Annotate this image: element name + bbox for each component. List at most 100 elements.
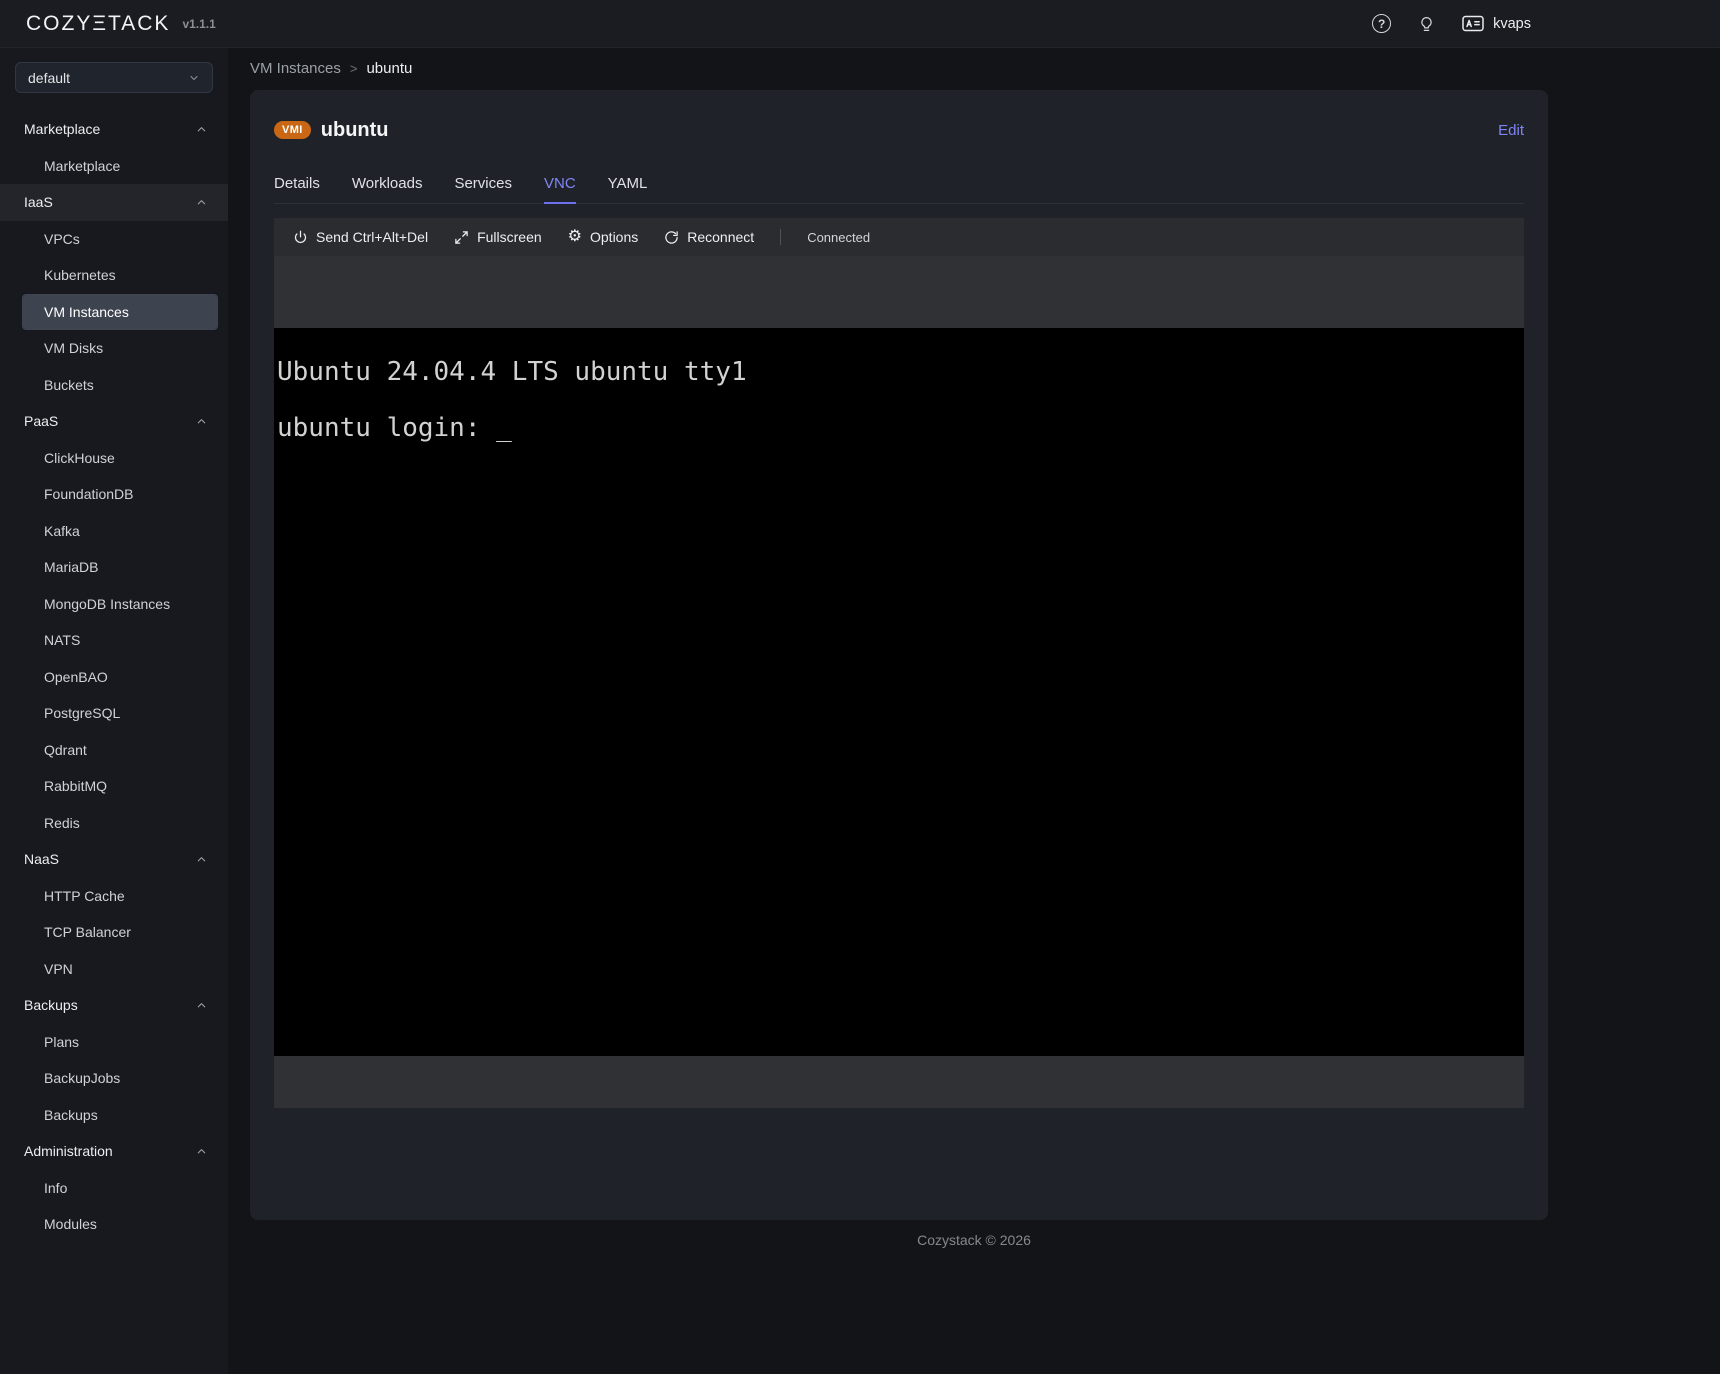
chevron-up-icon xyxy=(196,416,207,427)
app-version: v1.1.1 xyxy=(182,17,215,31)
sidebar-item-backups[interactable]: Backups xyxy=(22,1097,218,1134)
sidebar-section-backups[interactable]: Backups xyxy=(0,987,228,1024)
tab-workloads[interactable]: Workloads xyxy=(352,166,423,203)
sidebar-item-mariadb[interactable]: MariaDB xyxy=(22,549,218,586)
tab-services[interactable]: Services xyxy=(454,166,512,203)
gear-icon: ⚙ xyxy=(568,229,582,245)
terminal-prompt-line: ubuntu login: _ xyxy=(277,414,1524,442)
app-root: COZYΞTACK v1.1.1 ? xyxy=(0,0,1720,1374)
send-ctrl-alt-del-button[interactable]: Send Ctrl+Alt+Del xyxy=(293,229,428,245)
sidebar-item-vpn[interactable]: VPN xyxy=(22,951,218,988)
nav-item-label: Backups xyxy=(44,1107,98,1123)
sidebar-item-nats[interactable]: NATS xyxy=(22,622,218,659)
chevron-up-icon xyxy=(196,197,207,208)
namespace-select[interactable]: default xyxy=(15,62,213,93)
nav-item-label: BackupJobs xyxy=(44,1070,120,1086)
reconnect-button[interactable]: Reconnect xyxy=(664,229,754,245)
idea-icon[interactable] xyxy=(1418,14,1435,34)
sidebar-item-marketplace[interactable]: Marketplace xyxy=(22,148,218,185)
username: kvaps xyxy=(1493,16,1531,32)
sidebar-item-qdrant[interactable]: Qdrant xyxy=(22,732,218,769)
vnc-canvas[interactable]: Ubuntu 24.04.4 LTS ubuntu tty1 ubuntu log… xyxy=(274,328,1524,1056)
sidebar-nav: MarketplaceMarketplaceIaaSVPCsKubernetes… xyxy=(0,111,228,1243)
section-label: Marketplace xyxy=(24,121,100,137)
vm-instance-card: VMI ubuntu Edit DetailsWorkloadsServices… xyxy=(250,90,1548,1220)
terminal-cursor: _ xyxy=(496,413,512,443)
sidebar-section-iaas[interactable]: IaaS xyxy=(0,184,228,221)
nav-item-label: Kafka xyxy=(44,523,80,539)
sidebar-section-paas[interactable]: PaaS xyxy=(0,403,228,440)
button-label: Reconnect xyxy=(687,229,754,245)
app-logo[interactable]: COZYΞTACK xyxy=(26,12,170,36)
top-bar: COZYΞTACK v1.1.1 ? xyxy=(0,0,1720,48)
sidebar-item-http-cache[interactable]: HTTP Cache xyxy=(22,878,218,915)
page-title: ubuntu xyxy=(321,119,389,142)
nav-item-label: Buckets xyxy=(44,377,94,393)
breadcrumb: VM Instances > ubuntu xyxy=(228,56,1720,80)
sidebar-item-mongodb-instances[interactable]: MongoDB Instances xyxy=(22,586,218,623)
footer-copyright: Cozystack © 2026 xyxy=(228,1232,1720,1248)
chevron-up-icon xyxy=(196,854,207,865)
terminal-line: Ubuntu 24.04.4 LTS ubuntu tty1 xyxy=(277,358,1524,386)
vnc-panel: Send Ctrl+Alt+Del Fullscreen ⚙ Options Recon… xyxy=(274,218,1524,1108)
sidebar-item-plans[interactable]: Plans xyxy=(22,1024,218,1061)
sidebar-item-vm-disks[interactable]: VM Disks xyxy=(22,330,218,367)
nav-item-label: Qdrant xyxy=(44,742,87,758)
sidebar-item-buckets[interactable]: Buckets xyxy=(22,367,218,404)
sidebar-item-vm-instances[interactable]: VM Instances xyxy=(22,294,218,331)
fullscreen-button[interactable]: Fullscreen xyxy=(454,229,542,245)
breadcrumb-current: ubuntu xyxy=(366,60,412,77)
chevron-down-icon xyxy=(188,72,200,84)
sidebar-item-backupjobs[interactable]: BackupJobs xyxy=(22,1060,218,1097)
section-label: Administration xyxy=(24,1143,113,1159)
sidebar-item-info[interactable]: Info xyxy=(22,1170,218,1207)
sidebar-item-postgresql[interactable]: PostgreSQL xyxy=(22,695,218,732)
terminal-line xyxy=(277,386,1524,414)
tab-yaml[interactable]: YAML xyxy=(608,166,648,203)
terminal-text: Ubuntu 24.04.4 LTS ubuntu tty1 ubuntu log… xyxy=(277,358,1524,442)
sidebar-item-redis[interactable]: Redis xyxy=(22,805,218,842)
chevron-up-icon xyxy=(196,1146,207,1157)
options-button[interactable]: ⚙ Options xyxy=(568,229,639,245)
vnc-screen: Ubuntu 24.04.4 LTS ubuntu tty1 ubuntu log… xyxy=(274,256,1524,1108)
body-row: default MarketplaceMarketplaceIaaSVPCsKu… xyxy=(0,48,1720,1374)
edit-button[interactable]: Edit xyxy=(1498,122,1524,139)
chevron-up-icon xyxy=(196,124,207,135)
nav-item-label: Plans xyxy=(44,1034,79,1050)
sidebar-item-clickhouse[interactable]: ClickHouse xyxy=(22,440,218,477)
sidebar-item-foundationdb[interactable]: FoundationDB xyxy=(22,476,218,513)
help-icon[interactable]: ? xyxy=(1372,14,1391,33)
tab-vnc[interactable]: VNC xyxy=(544,166,576,203)
sidebar-item-kubernetes[interactable]: Kubernetes xyxy=(22,257,218,294)
sidebar-item-modules[interactable]: Modules xyxy=(22,1206,218,1243)
sidebar-section-administration[interactable]: Administration xyxy=(0,1133,228,1170)
section-label: Backups xyxy=(24,997,78,1013)
sidebar: default MarketplaceMarketplaceIaaSVPCsKu… xyxy=(0,48,228,1374)
nav-item-label: VM Disks xyxy=(44,340,103,356)
tab-details[interactable]: Details xyxy=(274,166,320,203)
card-tabs: Details Workloads Services VNC YAML xyxy=(274,166,1524,204)
toolbar-divider xyxy=(780,229,781,245)
sidebar-section-marketplace[interactable]: Marketplace xyxy=(0,111,228,148)
breadcrumb-separator: > xyxy=(350,61,358,76)
topbar-actions: ? kvaps xyxy=(1372,14,1531,34)
button-label: Fullscreen xyxy=(477,229,542,245)
sidebar-item-tcp-balancer[interactable]: TCP Balancer xyxy=(22,914,218,951)
nav-item-label: MariaDB xyxy=(44,559,98,575)
sidebar-item-vpcs[interactable]: VPCs xyxy=(22,221,218,258)
button-label: Options xyxy=(590,229,638,245)
main-content: VM Instances > ubuntu VMI ubuntu Edit De… xyxy=(228,48,1720,1374)
namespace-value: default xyxy=(28,70,70,86)
button-label: Send Ctrl+Alt+Del xyxy=(316,229,428,245)
user-menu[interactable]: kvaps xyxy=(1462,15,1531,32)
sidebar-item-kafka[interactable]: Kafka xyxy=(22,513,218,550)
nav-item-label: TCP Balancer xyxy=(44,924,131,940)
breadcrumb-parent[interactable]: VM Instances xyxy=(250,60,341,77)
vnc-toolbar: Send Ctrl+Alt+Del Fullscreen ⚙ Options Recon… xyxy=(274,218,1524,256)
nav-item-label: Info xyxy=(44,1180,67,1196)
nav-item-label: VM Instances xyxy=(44,304,129,320)
sidebar-section-naas[interactable]: NaaS xyxy=(0,841,228,878)
sidebar-item-rabbitmq[interactable]: RabbitMQ xyxy=(22,768,218,805)
sidebar-item-openbao[interactable]: OpenBAO xyxy=(22,659,218,696)
chevron-up-icon xyxy=(196,1000,207,1011)
